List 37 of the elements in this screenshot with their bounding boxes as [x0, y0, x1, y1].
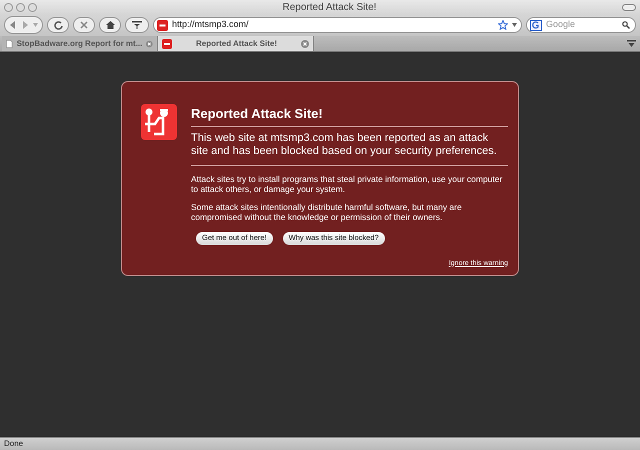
toolbar-toggle-button[interactable] — [622, 4, 636, 10]
tab-label: StopBadware.org Report for mt... — [16, 38, 142, 50]
url-text: http://mtsmp3.com/ — [172, 18, 250, 32]
reload-icon — [54, 20, 62, 30]
home-icon — [106, 21, 114, 29]
funnel-button[interactable] — [125, 17, 149, 33]
tab-list-icon[interactable] — [627, 40, 636, 48]
search-icon[interactable] — [622, 21, 630, 29]
search-bar[interactable]: Google — [526, 17, 636, 33]
window-title: Reported Attack Site! — [282, 0, 376, 14]
address-field[interactable]: http://mtsmp3.com/ — [153, 17, 522, 33]
tab-label: Reported Attack Site! — [194, 38, 278, 50]
browser-tab[interactable]: StopBadware.org Report for mt... — [2, 36, 158, 51]
search-field[interactable]: Google — [546, 18, 618, 32]
star-icon[interactable] — [498, 20, 508, 30]
browser-tab[interactable]: Reported Attack Site! — [158, 36, 314, 51]
forward-icon — [21, 21, 29, 29]
close-icon[interactable] — [146, 40, 153, 48]
status-text: Done — [4, 438, 24, 450]
warning-title: Reported Attack Site! — [191, 104, 508, 126]
blocked-site-icon — [162, 38, 172, 48]
warning-paragraph: Attack sites try to install programs that steal private information, use your computer to attack others, or damage your system. — [191, 174, 504, 194]
close-icon[interactable] — [301, 40, 309, 48]
home-button[interactable] — [99, 17, 121, 33]
warning-paragraph: Some attack sites intentionally distribute harmful software, but many are compromised without the knowledge or permission of their owners. — [191, 202, 463, 222]
page-icon — [6, 38, 13, 48]
attack-site-icon — [141, 104, 177, 140]
warning-summary: This web site at mtsmp3.com has been reported as an attack site and has been blocked based on your security preferences. — [191, 132, 508, 166]
back-forward-button[interactable] — [4, 16, 43, 34]
search-engine-icon[interactable] — [530, 20, 542, 30]
close-icon — [80, 21, 88, 29]
blocked-site-icon — [157, 20, 168, 30]
dropdown-icon[interactable] — [512, 23, 517, 27]
dropdown-icon — [33, 23, 38, 27]
back-icon — [9, 21, 17, 29]
reload-button[interactable] — [47, 17, 69, 33]
funnel-icon — [132, 21, 142, 29]
